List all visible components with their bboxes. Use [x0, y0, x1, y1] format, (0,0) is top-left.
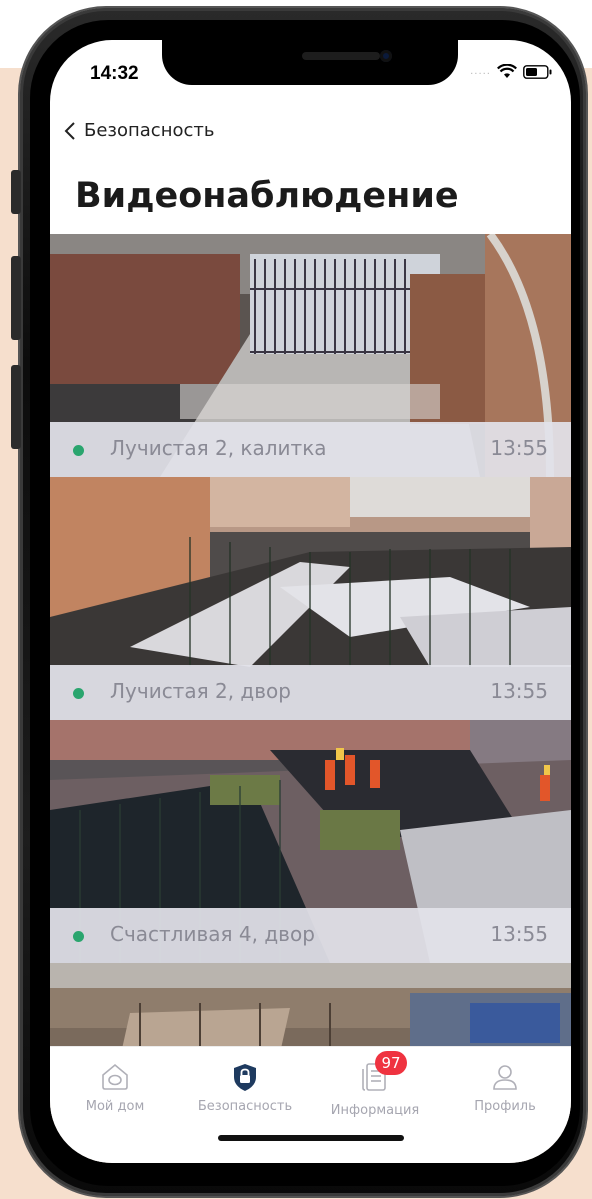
camera-list: Лучистая 2, калитка 13:55 Лучистая 2, дв…: [50, 234, 571, 1163]
camera-timestamp: 13:55: [490, 679, 548, 703]
shield-lock-icon: [234, 1064, 256, 1091]
camera-name: Лучистая 2, калитка: [110, 436, 327, 460]
tab-label: Мой дом: [85, 1099, 145, 1114]
person-icon: [493, 1065, 517, 1090]
front-camera: [380, 50, 392, 62]
camera-name: Лучистая 2, двор: [110, 679, 291, 703]
camera-info-bar: Счастливая 4, двор 13:55: [50, 908, 571, 963]
online-indicator-icon: [73, 445, 84, 456]
tab-label: Безопасность: [197, 1099, 293, 1114]
wifi-icon: [497, 64, 517, 78]
camera-info-bar: Лучистая 2, калитка 13:55: [50, 422, 571, 477]
back-button[interactable]: Безопасность: [64, 120, 214, 141]
tab-label: Информация: [330, 1103, 420, 1118]
online-indicator-icon: [73, 931, 84, 942]
camera-card[interactable]: Лучистая 2, калитка 13:55: [50, 234, 571, 477]
earpiece: [302, 52, 380, 60]
status-time: 14:32: [90, 63, 139, 84]
home-indicator: [218, 1135, 404, 1141]
page-title: Видеонаблюдение: [75, 176, 459, 216]
tab-information[interactable]: 97 Информация: [310, 1051, 440, 1118]
battery-icon: [523, 64, 552, 79]
camera-timestamp: 13:55: [490, 922, 548, 946]
tab-bar: Мой дом Безопасность 97 Информация Профи…: [50, 1046, 571, 1163]
tab-profile[interactable]: Профиль: [440, 1061, 570, 1114]
camera-card[interactable]: Лучистая 2, двор 13:55: [50, 477, 571, 720]
camera-name: Счастливая 4, двор: [110, 922, 315, 946]
tab-label: Профиль: [474, 1099, 536, 1114]
house-icon: [102, 1063, 128, 1090]
status-icons: .....: [470, 64, 553, 79]
online-indicator-icon: [73, 688, 84, 699]
volume-up-button: [11, 256, 21, 340]
signal-icon: .....: [470, 66, 491, 77]
info-icon-wrapper: 97: [359, 1051, 407, 1097]
tab-my-home[interactable]: Мой дом: [50, 1061, 180, 1114]
chevron-left-icon: [64, 121, 75, 140]
camera-info-bar: Лучистая 2, двор 13:55: [50, 665, 571, 720]
mute-switch: [11, 170, 21, 214]
tab-security[interactable]: Безопасность: [180, 1061, 310, 1114]
camera-timestamp: 13:55: [490, 436, 548, 460]
back-label: Безопасность: [84, 120, 215, 141]
volume-down-button: [11, 365, 21, 449]
notification-badge: 97: [375, 1051, 407, 1075]
app-screen: 14:32 ..... Безопасность Видеонаблюдение: [50, 40, 571, 1163]
notch: [162, 40, 458, 85]
camera-card[interactable]: Счастливая 4, двор 13:55: [50, 720, 571, 963]
